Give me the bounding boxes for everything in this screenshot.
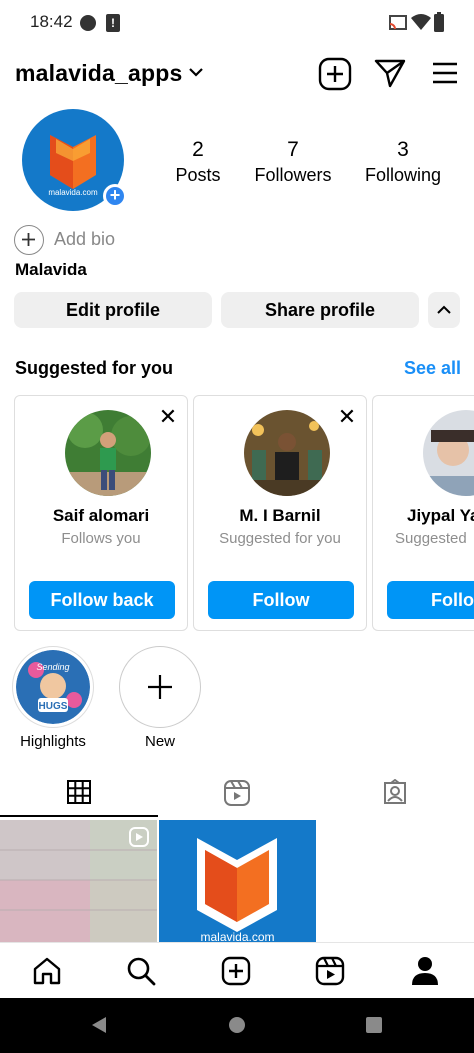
cast-icon [389, 15, 407, 30]
menu-icon[interactable] [431, 60, 459, 86]
chevron-up-icon [437, 305, 451, 314]
suggested-avatar[interactable] [244, 410, 330, 496]
add-bio-button[interactable] [14, 225, 44, 255]
suggested-card[interactable]: ✕ M. I Barnil Suggested for you Follow [193, 395, 367, 631]
suggested-subtitle: Suggested [395, 530, 467, 547]
reels-tab-icon[interactable] [223, 779, 251, 807]
suggested-name: Jiypal Ya [407, 506, 474, 525]
suggested-avatar[interactable] [65, 410, 151, 496]
suggested-subtitle: Suggested for you [219, 530, 341, 547]
suggested-name: M. I Barnil [239, 506, 321, 525]
suggested-subtitle: Follows you [61, 530, 141, 547]
follow-button[interactable]: Follow [208, 581, 354, 619]
create-post-icon[interactable] [318, 57, 352, 91]
stat-following-count: 3 [397, 138, 409, 161]
highlight-item[interactable]: Sending HUGS [12, 646, 94, 728]
dismiss-suggestion-icon[interactable]: ✕ [157, 406, 179, 428]
battery-icon [434, 12, 444, 32]
stat-following-label: Following [364, 165, 442, 185]
system-navigation-bar [0, 998, 474, 1053]
back-icon[interactable] [90, 1016, 108, 1034]
recents-icon[interactable] [366, 1017, 382, 1033]
reels-icon[interactable] [315, 956, 345, 986]
see-all-link[interactable]: See all [404, 358, 461, 379]
add-bio-label[interactable]: Add bio [54, 229, 115, 250]
suggestions-toggle-button[interactable] [428, 292, 460, 328]
chevron-down-icon[interactable] [187, 66, 205, 80]
highlight-label: Highlights [20, 733, 86, 750]
grid-icon[interactable] [66, 779, 92, 805]
home-circle-icon[interactable] [229, 1017, 245, 1033]
notification-dot-icon [80, 15, 96, 31]
plus-icon [148, 675, 172, 699]
plus-icon [22, 233, 35, 246]
profile-full-name: Malavida [15, 260, 87, 279]
direct-message-icon[interactable] [373, 57, 407, 89]
status-time: 18:42 [30, 12, 73, 31]
malavida-logo-icon [197, 838, 277, 932]
stat-followers-label: Followers [254, 165, 332, 185]
status-bar: 18:42 ! [0, 0, 474, 46]
share-profile-button[interactable]: Share profile [221, 292, 419, 328]
follow-button[interactable]: Follo [387, 581, 474, 619]
profile-username: malavida_apps [15, 60, 183, 86]
create-icon[interactable] [221, 956, 251, 986]
active-tab-indicator [0, 815, 158, 817]
post-caption: malavida.com [200, 930, 275, 942]
tagged-icon[interactable] [381, 779, 409, 807]
suggested-card[interactable]: Jiypal Ya Suggested Follo [372, 395, 474, 631]
post-thumbnail[interactable]: malavida.com [159, 820, 316, 942]
edit-profile-button[interactable]: Edit profile [14, 292, 212, 328]
new-highlight-button[interactable] [119, 646, 201, 728]
home-icon[interactable] [32, 956, 62, 986]
suggested-title: Suggested for you [15, 358, 174, 378]
stat-followers-count: 7 [287, 138, 299, 161]
new-highlight-label: New [144, 733, 175, 750]
alert-icon: ! [106, 14, 120, 32]
stat-following[interactable]: 3 Following [343, 138, 463, 186]
post-thumbnail[interactable] [0, 820, 157, 942]
profile-icon[interactable] [410, 955, 440, 987]
suggested-name: Saif alomari [52, 506, 150, 525]
dismiss-suggestion-icon[interactable]: ✕ [336, 406, 358, 428]
search-icon[interactable] [126, 956, 156, 986]
suggested-avatar[interactable] [423, 410, 474, 496]
follow-back-button[interactable]: Follow back [29, 581, 175, 619]
stat-followers[interactable]: 7 Followers [233, 138, 353, 186]
add-story-button[interactable]: + [103, 184, 127, 208]
wifi-icon [411, 14, 431, 30]
sticker-top-text: Sending [36, 662, 69, 672]
sticker-bottom-text: HUGS [39, 701, 68, 712]
suggested-card[interactable]: ✕ Saif alomari Follows you Follow back [14, 395, 188, 631]
bottom-navigation [0, 942, 474, 998]
profile-tabs [0, 770, 474, 818]
highlight-cover: Sending HUGS [16, 650, 90, 724]
